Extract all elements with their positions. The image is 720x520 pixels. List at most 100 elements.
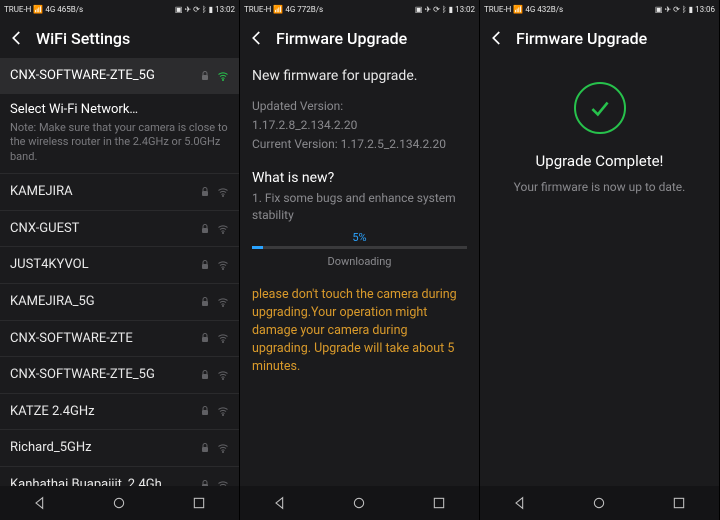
nav-home-icon[interactable] [351,495,367,511]
back-icon[interactable] [248,29,266,47]
bluetooth-icon: ᛒ [442,5,447,14]
net-rate: 772B/s [297,5,323,14]
page-title: Firmware Upgrade [516,29,647,48]
wifi-note: Note: Make sure that your camera is clos… [0,121,239,174]
nav-home-icon[interactable] [591,495,607,511]
sync-icon: ⟳ [433,5,440,14]
complete-subtitle: Your firmware is now up to date. [514,180,686,194]
wifi-name: KAMEJIRA_5G [10,294,199,310]
header: WiFi Settings [0,18,239,58]
net-type: 4G [525,5,535,14]
telegram-icon: ✈ [664,5,671,14]
firmware-body: New firmware for upgrade. Updated Versio… [240,58,479,486]
lock-icon [199,259,211,271]
battery-icon: ▮ [689,5,693,14]
sync-icon: ⟳ [673,5,680,14]
lock-icon [199,186,211,198]
wifi-name: Kanhathai Buapaijit_2.4Gh [10,477,199,486]
nav-back-icon[interactable] [32,495,48,511]
nfc-icon: ▣ [655,5,663,14]
back-icon[interactable] [488,29,506,47]
lock-icon [199,405,211,417]
sync-icon: ⟳ [193,5,200,14]
back-icon[interactable] [8,29,26,47]
upgrade-warning: please don't touch the camera during upg… [252,286,467,377]
wifi-row[interactable]: KATZE 2.4GHz [0,393,239,430]
lock-icon [199,70,211,82]
download-status: Downloading [252,255,467,268]
lock-icon [199,223,211,235]
signal-icon: 📶 [33,5,43,14]
nav-back-icon[interactable] [272,495,288,511]
net-rate: 465B/s [57,5,83,14]
lock-icon [199,296,211,308]
wifi-row[interactable]: JUST4KYVOL [0,246,239,283]
current-version-label: Current Version: [252,137,338,151]
wifi-icon [217,223,229,235]
wifi-name: Richard_5GHz [10,440,199,456]
battery-icon: ▮ [209,5,213,14]
telegram-icon: ✈ [424,5,431,14]
nfc-icon: ▣ [175,5,183,14]
wifi-row[interactable]: KAMEJIRA_5G [0,283,239,320]
android-navbar [480,486,719,520]
clock: 13:02 [215,5,235,14]
lock-icon [199,369,211,381]
telegram-icon: ✈ [184,5,191,14]
nav-recent-icon[interactable] [191,495,207,511]
select-network-label: Select Wi-Fi Network… [0,94,239,121]
wifi-name: CNX-SOFTWARE-ZTE_5G [10,367,199,383]
header: Firmware Upgrade [240,18,479,58]
nav-recent-icon[interactable] [671,495,687,511]
header: Firmware Upgrade [480,18,719,58]
net-type: 4G [45,5,55,14]
current-version-value: 1.17.2.5_2.134.2.20 [341,137,446,151]
wifi-icon [217,332,229,344]
carrier-label: TRUE-H [244,5,271,14]
wifi-icon [217,405,229,417]
current-version-row: Current Version: 1.17.2.5_2.134.2.20 [252,136,467,153]
android-navbar [240,486,479,520]
nav-home-icon[interactable] [111,495,127,511]
progress-fill [252,246,263,249]
fw-heading: New firmware for upgrade. [252,68,467,84]
changelog: 1. Fix some bugs and enhance system stab… [252,190,467,222]
carrier-label: TRUE-H [4,5,31,14]
screen-wifi-settings: TRUE-H 📶 4G 465B/s ▣ ✈ ⟳ ᛒ ▮ 13:02 WiFi … [0,0,240,520]
wifi-row[interactable]: KAMEJIRA [0,173,239,210]
page-title: Firmware Upgrade [276,29,407,48]
page-title: WiFi Settings [36,29,130,48]
status-bar: TRUE-H 📶 4G 432B/s ▣ ✈ ⟳ ᛒ ▮ 13:06 [480,0,719,18]
wifi-row[interactable]: Kanhathai Buapaijit_2.4Gh [0,466,239,486]
wifi-list: KAMEJIRA CNX-GUEST JUST4KYVOL KAMEJIRA_5… [0,173,239,486]
clock: 13:06 [695,5,715,14]
lock-icon [199,479,211,486]
current-wifi-name: CNX-SOFTWARE-ZTE_5G [10,68,199,84]
wifi-icon [217,442,229,454]
wifi-icon [217,70,229,82]
screen-firmware-complete: TRUE-H 📶 4G 432B/s ▣ ✈ ⟳ ᛒ ▮ 13:06 Firmw… [480,0,720,520]
signal-icon: 📶 [273,5,283,14]
wifi-icon [217,186,229,198]
progress-percent: 5% [252,231,467,244]
nav-back-icon[interactable] [512,495,528,511]
nfc-icon: ▣ [415,5,423,14]
signal-icon: 📶 [513,5,523,14]
complete-title: Upgrade Complete! [536,152,664,170]
carrier-label: TRUE-H [484,5,511,14]
wifi-name: KAMEJIRA [10,184,199,200]
battery-icon: ▮ [449,5,453,14]
wifi-row[interactable]: CNX-SOFTWARE-ZTE_5G [0,356,239,393]
current-wifi-row[interactable]: CNX-SOFTWARE-ZTE_5G [0,58,239,94]
wifi-row[interactable]: CNX-SOFTWARE-ZTE [0,320,239,357]
net-rate: 432B/s [537,5,563,14]
nav-recent-icon[interactable] [431,495,447,511]
wifi-row[interactable]: Richard_5GHz [0,429,239,466]
screen-firmware-upgrade: TRUE-H 📶 4G 772B/s ▣ ✈ ⟳ ᛒ ▮ 13:02 Firmw… [240,0,480,520]
whats-new-label: What is new? [252,170,467,186]
clock: 13:02 [455,5,475,14]
wifi-icon [217,296,229,308]
bluetooth-icon: ᛒ [202,5,207,14]
wifi-row[interactable]: CNX-GUEST [0,210,239,247]
wifi-name: KATZE 2.4GHz [10,404,199,420]
